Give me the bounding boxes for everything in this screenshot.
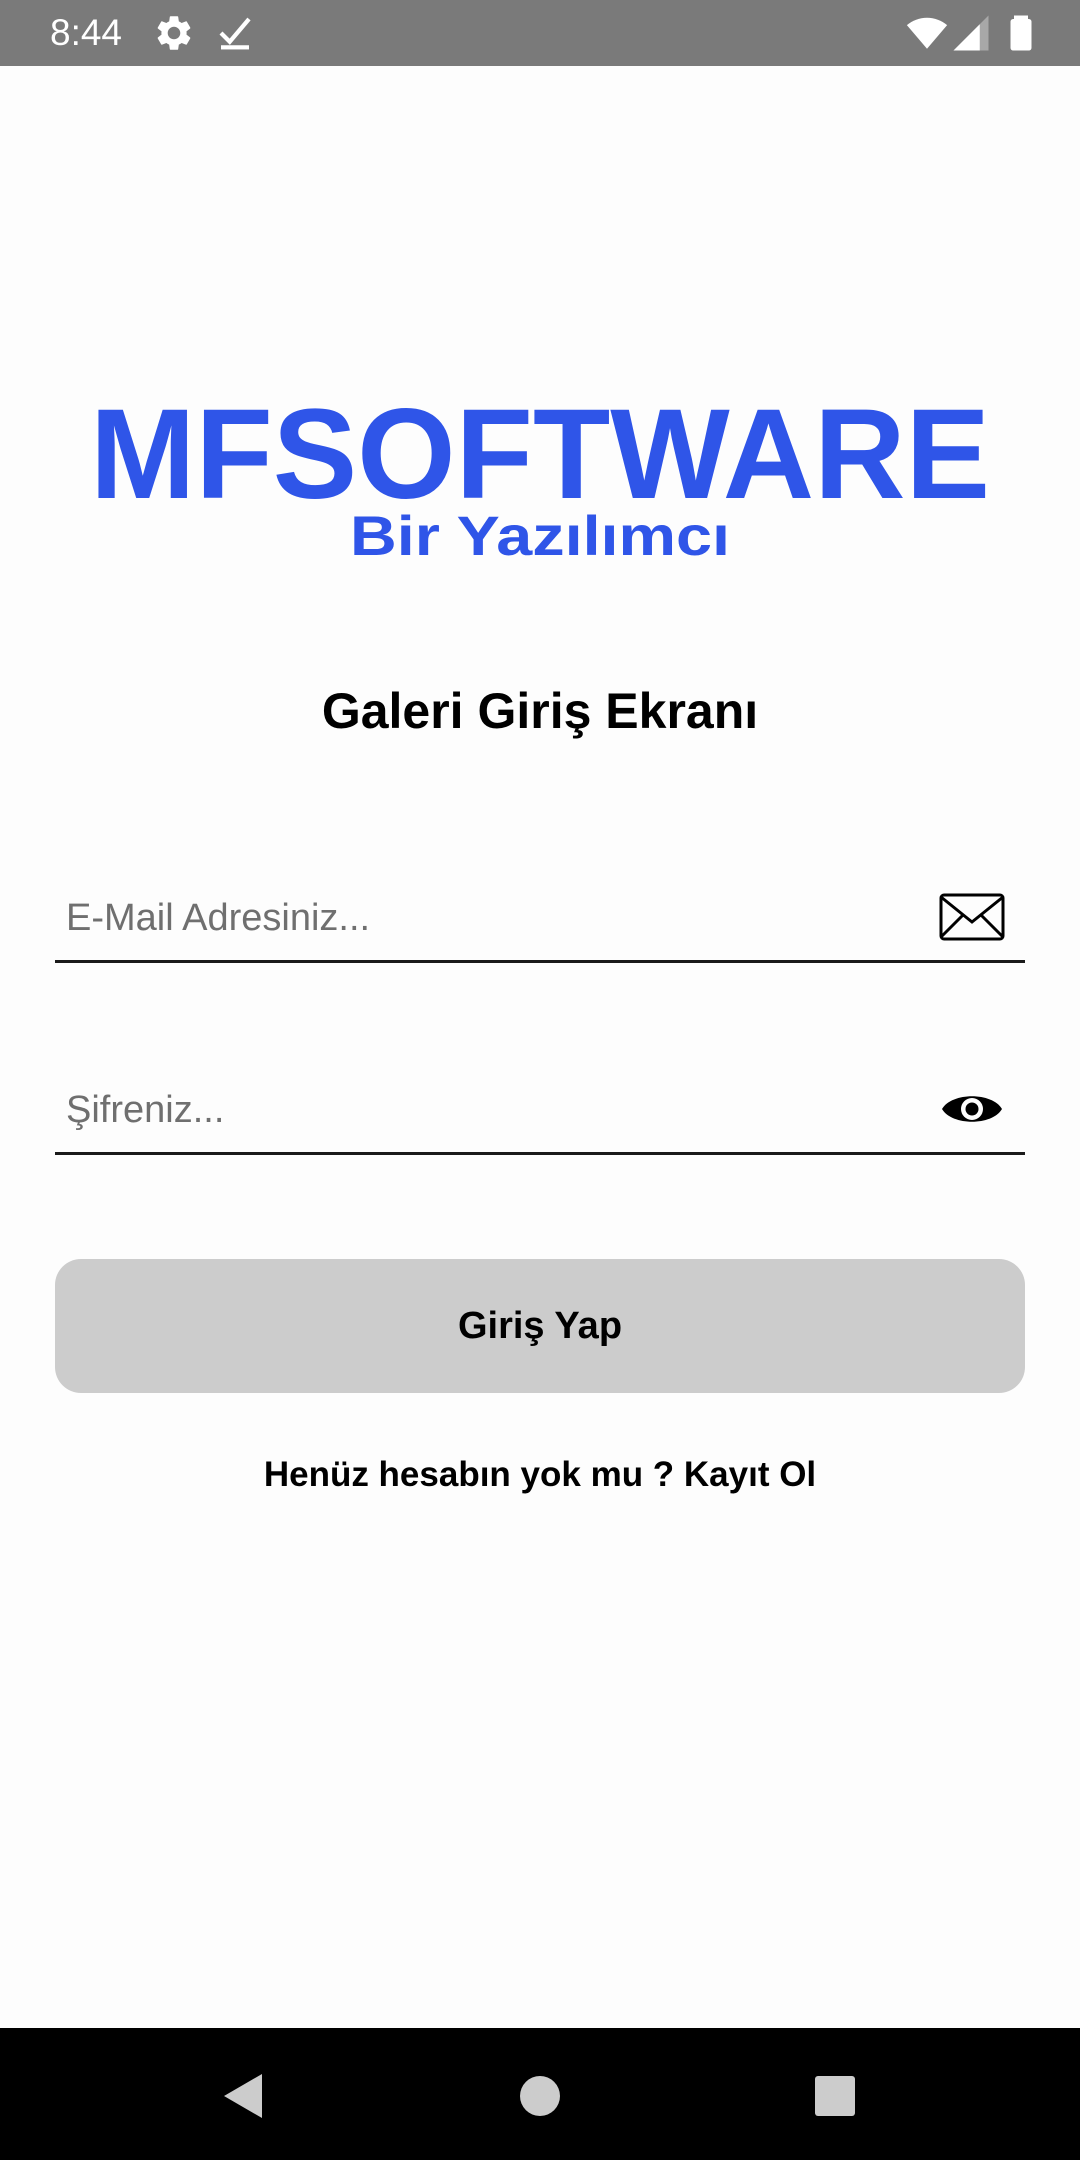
email-field[interactable] [55,870,1025,963]
status-bar: 8:44 [0,0,1080,66]
envelope-icon [939,893,1005,941]
email-input[interactable] [66,888,896,948]
mfsoftware-logo: MFSOFTWARE Bir Yazılımcı [90,398,990,567]
recents-icon[interactable] [805,2066,865,2126]
page-title: Galeri Giriş Ekranı [321,683,759,739]
logo-subtitle: Bir Yazılımcı [350,504,730,567]
password-input[interactable] [66,1080,896,1140]
status-time: 8:44 [50,12,123,53]
eye-icon[interactable] [939,1084,1005,1134]
wifi-icon [906,17,948,49]
register-link[interactable]: Henüz hesabın yok mu ? Kayıt Ol [0,1450,1080,1500]
login-button[interactable]: Giriş Yap [55,1259,1025,1393]
signal-icon [953,15,989,51]
download-done-icon [219,17,251,50]
gear-icon [157,16,191,50]
password-field[interactable] [55,1062,1025,1155]
back-icon[interactable] [214,2066,274,2126]
battery-icon [1010,15,1032,51]
home-icon[interactable] [510,2066,570,2126]
navigation-bar [0,2028,1080,2160]
